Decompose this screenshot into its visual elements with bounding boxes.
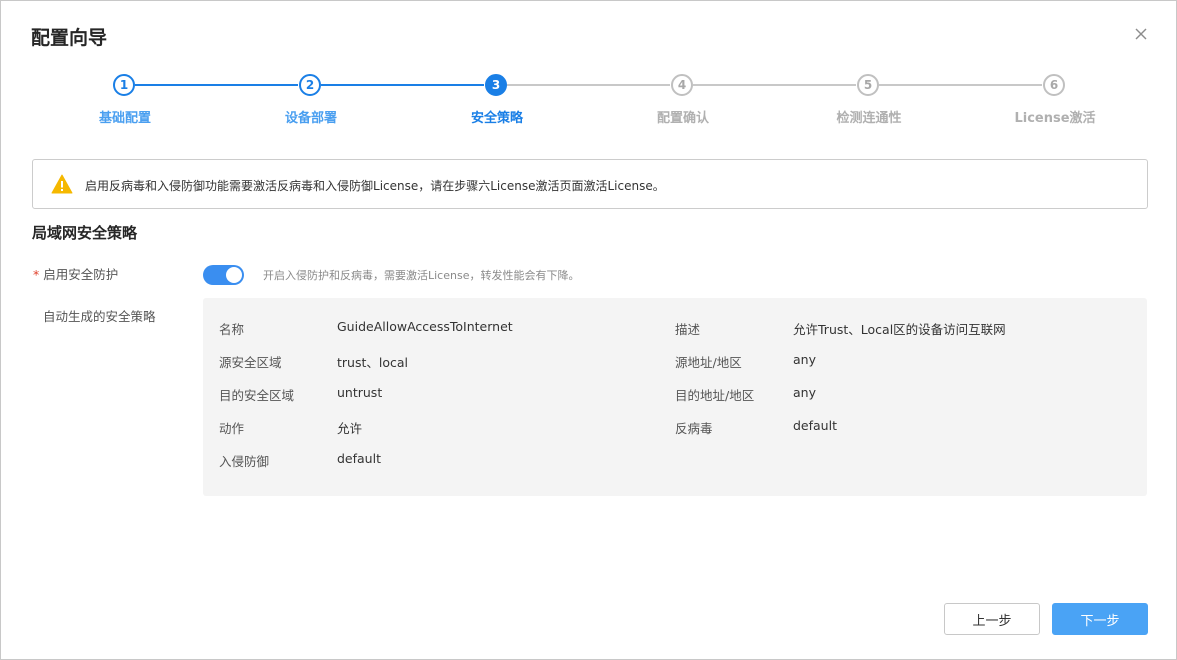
policy-action-value: 允许 [337,421,363,436]
policy-antivirus-key: 反病毒 [675,421,713,436]
step-3-label: 安全策略 [470,111,523,126]
next-step-button[interactable]: 下一步 [1052,603,1148,635]
auto-policy-label: 自动生成的安全策略 [43,309,156,324]
dialog-title: 配置向导 [31,27,108,49]
auto-policy-panel: 名称 GuideAllowAccessToInternet 描述 允许Trust… [203,298,1147,496]
policy-antivirus-value: default [793,418,837,433]
policy-dst-zone-value: untrust [337,385,383,400]
policy-name-value: GuideAllowAccessToInternet [337,319,513,334]
policy-name-key: 名称 [219,322,245,337]
policy-dst-addr-key: 目的地址/地区 [675,388,755,403]
wizard-stepper: 1 基础配置 2 设备部署 3 安全策略 4 配置确认 5 检测连通性 6 Li… [1,71,1177,131]
alert-text: 启用反病毒和入侵防御功能需要激活反病毒和入侵防御License，请在步骤六Lic… [85,179,665,193]
prev-step-button[interactable]: 上一步 [944,603,1040,635]
policy-dst-zone-key: 目的安全区域 [219,388,295,403]
policy-src-addr-key: 源地址/地区 [675,355,742,370]
step-3-number: 3 [485,74,507,96]
policy-description-value: 允许Trust、Local区的设备访问互联网 [793,322,1006,337]
step-connector [507,84,670,86]
step-connector [693,84,856,86]
policy-src-zone-key: 源安全区域 [219,355,282,370]
policy-src-zone-value: trust、local [337,355,409,370]
step-1-label: 基础配置 [98,111,151,126]
close-icon[interactable] [1132,25,1150,43]
policy-src-addr-value: any [793,352,816,367]
policy-description-key: 描述 [675,322,701,337]
step-6-number: 6 [1043,74,1065,96]
step-4-number: 4 [671,74,693,96]
config-wizard-dialog: 配置向导 1 基础配置 2 设备部署 3 安全策略 4 配置确认 5 检测连通性… [0,0,1177,660]
step-5-label: 检测连通性 [836,111,902,126]
policy-action-key: 动作 [219,421,245,436]
step-2-label: 设备部署 [284,111,337,126]
step-connector [879,84,1042,86]
step-5-number: 5 [857,74,879,96]
enable-protection-text: 启用安全防护 [43,267,119,282]
step-2-number: 2 [299,74,321,96]
step-1-number: 1 [113,74,135,96]
policy-ips-key: 入侵防御 [219,454,270,469]
warning-icon [51,174,73,194]
required-mark: * [33,267,40,282]
step-6-label: License激活 [1014,111,1096,126]
policy-dst-addr-value: any [793,385,816,400]
enable-protection-label: * 启用安全防护 [33,264,118,283]
step-connector [321,84,484,86]
step-4-label: 配置确认 [656,111,709,126]
enable-protection-toggle[interactable] [203,265,244,285]
enable-protection-hint: 开启入侵防护和反病毒，需要激活License，转发性能会有下降。 [263,269,580,282]
step-connector [135,84,298,86]
license-warning-alert: 启用反病毒和入侵防御功能需要激活反病毒和入侵防御License，请在步骤六Lic… [32,159,1148,209]
policy-ips-value: default [337,451,381,466]
section-title: 局域网安全策略 [32,224,138,242]
toggle-knob [226,267,242,283]
